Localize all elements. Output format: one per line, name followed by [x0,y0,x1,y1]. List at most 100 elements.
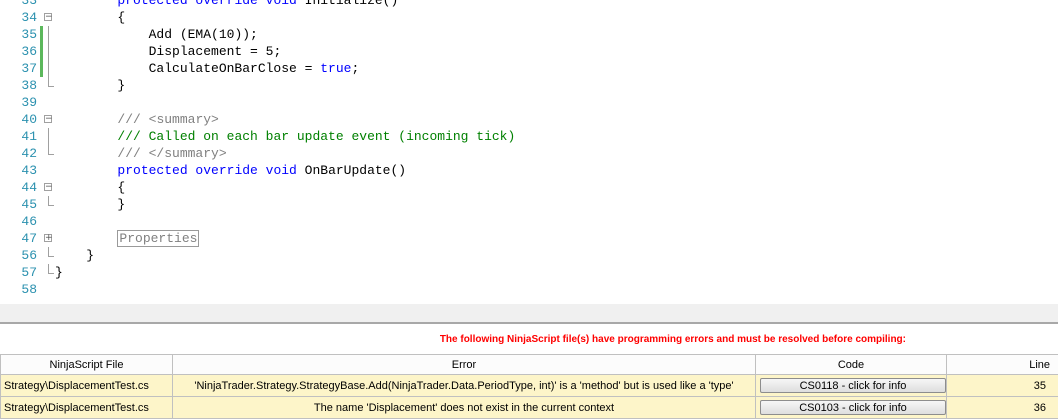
code-token: 10 [219,27,235,42]
code-line[interactable]: 43 protected override void OnBarUpdate() [0,162,1058,179]
code-line[interactable]: 37 CalculateOnBarClose = true; [0,60,1058,77]
code-line[interactable]: 58 [0,281,1058,298]
code-text: } [55,247,94,264]
code-line[interactable]: 46 [0,213,1058,230]
error-code-cell: CS0103 - click for info [756,397,947,419]
panel-splitter[interactable] [0,304,1058,323]
code-token: )); [234,27,257,42]
code-line[interactable]: 33 protected override void Initialize() [0,0,1058,9]
line-number: 57 [0,264,37,281]
header-code[interactable]: Code [756,355,947,375]
table-row[interactable]: Strategy\DisplacementTest.cs 'NinjaTrade… [1,375,1058,397]
code-line[interactable]: 34− { [0,9,1058,26]
code-token: } [55,197,125,212]
region-properties[interactable]: Properties [117,230,199,247]
code-text: /// Called on each bar update event (inc… [55,128,515,145]
line-number: 41 [0,128,37,145]
code-token: Displacement = [55,44,266,59]
header-line[interactable]: Line [947,355,1058,375]
code-text: /// </summary> [55,145,227,162]
line-number: 36 [0,43,37,60]
error-table-header: NinjaScript File Error Code Line [1,355,1058,375]
code-token [55,112,117,127]
code-text: protected override void Initialize() [55,0,398,9]
error-file: Strategy\DisplacementTest.cs [1,375,173,397]
code-token: /// </summary> [117,146,226,161]
code-line[interactable]: 44− { [0,179,1058,196]
code-line[interactable]: 47+ Properties [0,230,1058,247]
code-text: { [55,179,125,196]
code-token: /// Called on each bar update event (inc… [117,129,515,144]
code-line[interactable]: 36 Displacement = 5; [0,43,1058,60]
code-line[interactable]: 42 /// </summary> [0,145,1058,162]
change-marker [40,43,43,60]
code-text: } [55,77,125,94]
code-line[interactable]: 39 [0,94,1058,111]
code-token: } [55,265,63,280]
header-error[interactable]: Error [173,355,756,375]
code-text: Properties [55,230,199,247]
code-text: CalculateOnBarClose = true; [55,60,359,77]
error-code-button[interactable]: CS0118 - click for info [760,378,946,393]
line-number: 35 [0,26,37,43]
code-line[interactable]: 40− /// <summary> [0,111,1058,128]
error-line: 35 [947,375,1058,397]
code-line[interactable]: 41 /// Called on each bar update event (… [0,128,1058,145]
error-file: Strategy\DisplacementTest.cs [1,397,173,419]
code-token: protected override void [117,163,296,178]
error-line: 36 [947,397,1058,419]
code-text: { [55,9,125,26]
header-ninjascript-file[interactable]: NinjaScript File [1,355,173,375]
error-description: The name 'Displacement' does not exist i… [173,397,756,419]
code-token: { [55,180,125,195]
code-token: /// [117,112,148,127]
line-number: 34 [0,9,37,26]
code-text: } [55,264,63,281]
code-token: ; [351,61,359,76]
code-text: Displacement = 5; [55,43,281,60]
line-number: 42 [0,145,37,162]
code-line[interactable]: 45 } [0,196,1058,213]
line-number: 44 [0,179,37,196]
code-token: <summary> [149,112,219,127]
code-token: protected override void [117,0,296,8]
change-marker [40,26,43,43]
code-token: } [55,78,125,93]
line-number: 58 [0,281,37,298]
code-token: true [320,61,351,76]
line-number: 56 [0,247,37,264]
code-text: protected override void OnBarUpdate() [55,162,406,179]
error-code-button[interactable]: CS0103 - click for info [760,400,946,415]
table-row[interactable]: Strategy\DisplacementTest.cs The name 'D… [1,397,1058,419]
line-number: 46 [0,213,37,230]
code-token: OnBarUpdate() [297,163,406,178]
line-number: 37 [0,60,37,77]
compile-error-message: The following NinjaScript file(s) have p… [0,334,1058,345]
code-editor[interactable]: 33 protected override void Initialize()3… [0,0,1058,304]
error-table: NinjaScript File Error Code Line Strateg… [0,354,1058,419]
code-token: Add (EMA( [55,27,219,42]
code-line[interactable]: 57} [0,264,1058,281]
code-token [55,0,117,8]
line-number: 47 [0,230,37,247]
code-line[interactable]: 35 Add (EMA(10)); [0,26,1058,43]
line-number: 40 [0,111,37,128]
code-token [55,129,117,144]
code-token: { [55,10,125,25]
code-line[interactable]: 38 } [0,77,1058,94]
error-code-cell: CS0118 - click for info [756,375,947,397]
code-line[interactable]: 56 } [0,247,1058,264]
line-number: 38 [0,77,37,94]
code-token [55,231,117,246]
line-number: 45 [0,196,37,213]
error-panel: The following NinjaScript file(s) have p… [0,322,1058,415]
error-description: 'NinjaTrader.Strategy.StrategyBase.Add(N… [173,375,756,397]
line-number: 33 [0,0,37,9]
code-token [55,146,117,161]
code-token: ; [273,44,281,59]
code-token: Initialize() [297,0,398,8]
code-text: } [55,196,125,213]
change-marker [40,60,43,77]
code-token: CalculateOnBarClose = [55,61,320,76]
code-token [55,163,117,178]
